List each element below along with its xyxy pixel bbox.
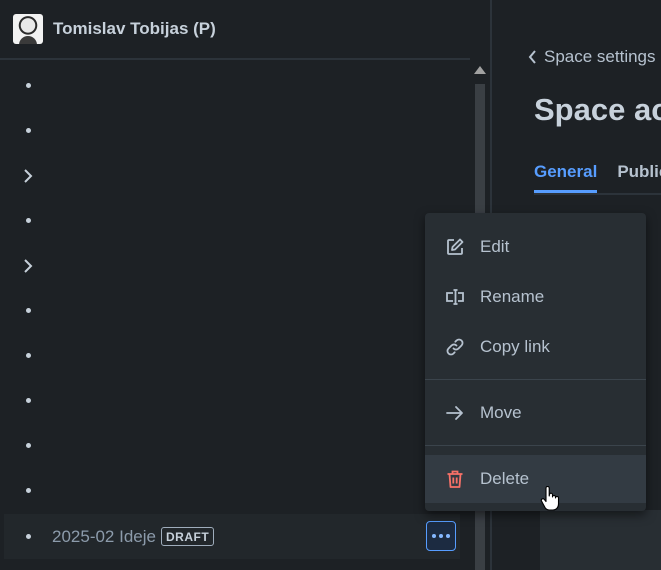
tree-item[interactable] [4,243,460,288]
sidebar-header: Tomislav Tobijas (P) [0,0,470,60]
tree-item[interactable] [4,108,460,153]
menu-item-rename[interactable]: Rename [425,273,646,321]
tree-item[interactable] [4,468,460,513]
content-panel [540,510,661,570]
tab-public[interactable]: Public [617,162,661,193]
tabs-divider [534,193,661,195]
menu-item-label: Edit [480,237,510,256]
menu-item-edit[interactable]: Edit [425,223,646,271]
menu-item-move[interactable]: Move [425,389,646,437]
breadcrumb[interactable]: Space settings [528,47,656,67]
tree-item[interactable] [4,378,460,423]
page-title[interactable]: 2025-02 Ideje [52,527,156,547]
hand-cursor-icon [540,486,560,511]
tree-item[interactable] [4,423,460,468]
tree-item[interactable] [4,153,460,198]
bullet-icon [4,308,52,313]
more-actions-button[interactable] [426,521,456,551]
breadcrumb-label[interactable]: Space settings [544,47,656,67]
bullet-icon [4,398,52,403]
page-heading: Space ac [534,92,661,127]
tree-item[interactable] [4,63,460,108]
avatar[interactable] [13,14,43,44]
rename-icon [445,287,465,307]
menu-item-copy-link[interactable]: Copy link [425,323,646,371]
tab-general[interactable]: General [534,162,598,193]
settings-tabs: General Public [534,162,661,193]
dot-icon [446,534,450,538]
menu-item-label: Copy link [480,337,550,356]
arrow-right-icon [445,403,465,423]
bullet-icon [4,534,52,539]
link-icon [445,337,465,357]
menu-item-delete[interactable]: Delete [425,455,646,503]
menu-divider [425,379,646,380]
edit-icon [445,237,465,257]
dot-icon [432,534,436,538]
bullet-icon [4,353,52,358]
menu-item-label: Delete [480,469,530,488]
dot-icon [439,534,443,538]
tree-item[interactable] [4,288,460,333]
sidebar: Tomislav Tobijas (P) 2025-02 Ideje DRAFT [0,0,490,570]
menu-item-label: Rename [480,287,545,306]
chevron-left-icon [528,50,536,64]
bullet-icon [4,128,52,133]
menu-item-label: Move [480,403,522,422]
chevron-right-icon[interactable] [4,258,52,273]
bullet-icon [4,218,52,223]
bullet-icon [4,83,52,88]
bullet-icon [4,488,52,493]
tree-item-selected[interactable]: 2025-02 Ideje DRAFT [4,514,460,559]
chevron-right-icon[interactable] [4,168,52,183]
menu-divider [425,445,646,446]
draft-badge: DRAFT [160,527,215,546]
page-actions-menu: Edit Rename Copy link Move Delete [425,213,646,511]
bullet-icon [4,443,52,448]
scroll-up-arrow-icon[interactable] [474,66,486,74]
user-name: Tomislav Tobijas (P) [53,19,216,38]
tree-item[interactable] [4,198,460,243]
trash-icon [445,469,465,489]
tree-item[interactable] [4,333,460,378]
